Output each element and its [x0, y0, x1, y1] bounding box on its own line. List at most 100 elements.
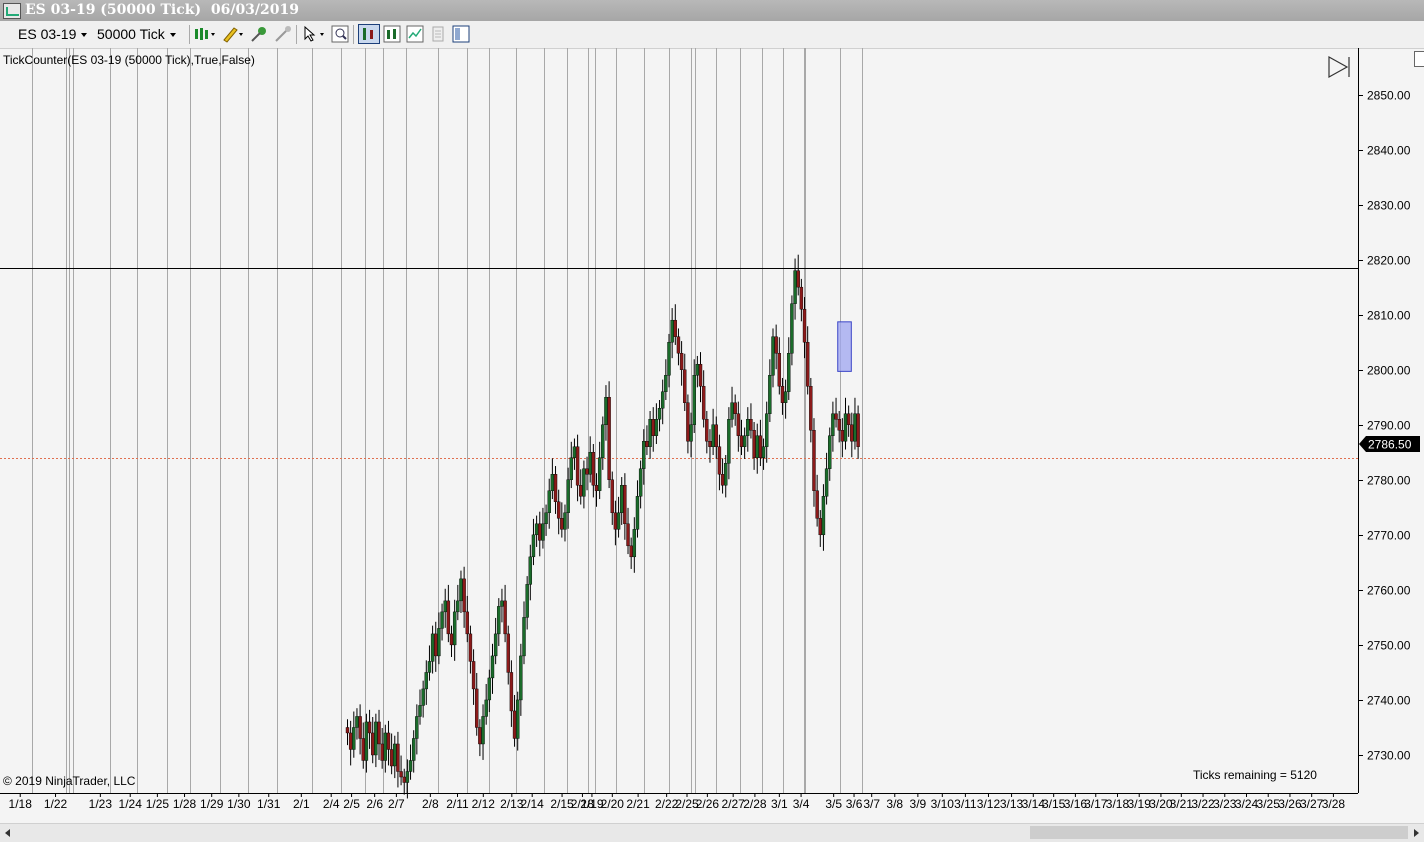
- bar-body: [793, 270, 797, 304]
- bar-body: [575, 446, 580, 486]
- data-series-icon[interactable]: [358, 24, 380, 44]
- draw-tools-icon[interactable]: [250, 25, 268, 43]
- bar-body: [506, 633, 510, 673]
- x-tick-label: 2/11: [446, 797, 469, 811]
- price-bar: [572, 438, 577, 470]
- chart-toolbar: ES 03-19 50000 Tick: [0, 21, 1424, 49]
- x-tick-label: 3/1: [771, 797, 788, 811]
- bar-body: [591, 452, 596, 486]
- title-bar: ES 03-19 (50000 Tick) 06/03/2019: [0, 0, 1424, 21]
- scroll-right-icon[interactable]: [1410, 827, 1422, 839]
- bar-body: [831, 413, 835, 436]
- indicator-label: TickCounter(ES 03-19 (50000 Tick),True,F…: [3, 53, 255, 67]
- bar-body: [509, 672, 514, 712]
- x-tick-label: 3/18: [1106, 797, 1130, 811]
- bar-body: [588, 452, 592, 475]
- price-bar: [481, 704, 485, 760]
- price-bar: [383, 724, 388, 773]
- price-bar: [550, 458, 555, 500]
- zoom-icon[interactable]: [331, 25, 349, 43]
- x-tick-label: 2/7: [388, 797, 405, 811]
- price-bar: [440, 603, 444, 641]
- price-bar: [553, 466, 558, 514]
- templates-icon[interactable]: [452, 25, 470, 43]
- price-chart[interactable]: 2850.00 2840.00 2830.00 2820.00 2810.00 2800.…: [0, 48, 1424, 823]
- bar-body: [459, 578, 463, 602]
- bar-body: [752, 430, 756, 458]
- bar-body: [519, 655, 523, 701]
- price-bar: [541, 507, 545, 549]
- price-bars: [345, 254, 860, 799]
- last-price-marker: 2786.50: [1359, 436, 1420, 453]
- bar-body: [692, 375, 696, 425]
- panel-toggle-button[interactable]: [1414, 51, 1424, 67]
- price-bar: [774, 324, 778, 370]
- candlestick-style-icon[interactable]: [193, 25, 217, 43]
- price-bar: [556, 489, 561, 535]
- price-bar: [758, 419, 763, 467]
- scroll-thumb[interactable]: [1030, 826, 1408, 839]
- price-bar: [468, 625, 473, 674]
- price-bar: [689, 412, 693, 458]
- bar-body: [733, 402, 737, 414]
- bar-body: [742, 435, 747, 447]
- price-bar: [765, 401, 769, 463]
- bar-body: [610, 479, 614, 514]
- indicators-icon[interactable]: [383, 25, 401, 43]
- pointer-icon[interactable]: [302, 25, 326, 43]
- x-tick-label: 3/15: [1042, 797, 1066, 811]
- price-bar: [698, 352, 703, 403]
- x-tick-label: 2/20: [601, 797, 625, 811]
- price-bar: [818, 510, 822, 547]
- x-tick-label: 2/4: [323, 797, 340, 811]
- price-bar: [749, 403, 753, 439]
- bar-body: [371, 732, 375, 756]
- bar-body: [396, 743, 400, 772]
- bar-body: [430, 633, 435, 662]
- price-bar: [367, 709, 372, 749]
- bar-body: [623, 485, 627, 525]
- bar-body: [541, 523, 545, 541]
- bar-body: [683, 369, 687, 403]
- properties-icon[interactable]: [429, 25, 447, 43]
- bar-body: [818, 518, 822, 536]
- price-bar: [377, 709, 381, 760]
- bar-body: [711, 424, 715, 447]
- price-bar: [701, 370, 706, 428]
- price-bar: [809, 377, 813, 443]
- price-bar: [853, 397, 857, 450]
- last-price-label: 2786.50: [1368, 438, 1412, 452]
- x-tick-label: 3/24: [1235, 797, 1259, 811]
- horizontal-scrollbar[interactable]: [0, 823, 1424, 842]
- interval-selector[interactable]: 50000 Tick: [97, 25, 176, 44]
- x-tick-label: 3/27: [1300, 797, 1324, 811]
- price-bar: [695, 355, 700, 388]
- bar-body: [446, 600, 451, 635]
- x-tick-label: 2/1: [293, 797, 310, 811]
- x-tick-label: 1/29: [200, 797, 224, 811]
- bar-body: [452, 611, 457, 646]
- price-bar: [475, 672, 479, 736]
- scroll-left-icon[interactable]: [2, 827, 14, 839]
- bar-body: [746, 419, 750, 436]
- price-bar: [673, 304, 677, 345]
- price-bar: [591, 444, 596, 498]
- chart-panel[interactable]: 2850.00 2840.00 2830.00 2820.00 2810.00 2800.…: [0, 48, 1424, 823]
- price-bar: [402, 768, 406, 795]
- instrument-selector[interactable]: ES 03-19: [18, 25, 88, 44]
- draw-pencil-icon[interactable]: [221, 25, 245, 43]
- bar-body: [620, 485, 624, 514]
- price-bar: [484, 683, 488, 725]
- draw-line-icon[interactable]: [274, 25, 292, 43]
- x-tick-label: 3/4: [793, 797, 810, 811]
- bar-body: [440, 611, 444, 629]
- strategies-icon[interactable]: [406, 25, 424, 43]
- jump-to-end-button[interactable]: [1328, 55, 1350, 79]
- price-bar: [604, 385, 608, 441]
- bar-body: [437, 628, 441, 657]
- bar-body: [402, 776, 406, 783]
- price-bar: [610, 471, 614, 525]
- bar-body: [850, 424, 854, 442]
- x-tick-label: 1/18: [9, 797, 33, 811]
- x-tick-label: 2/26: [696, 797, 720, 811]
